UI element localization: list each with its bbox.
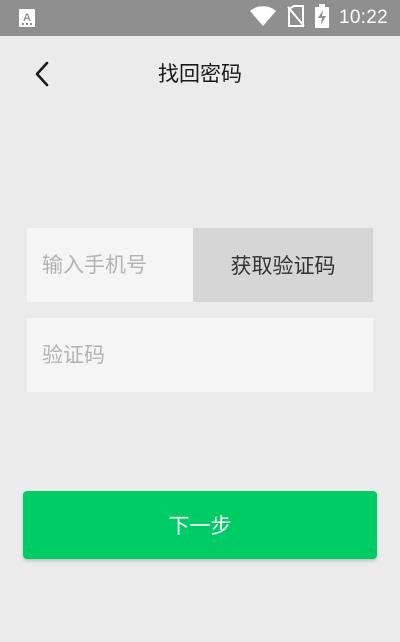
header: 找回密码 xyxy=(0,36,400,108)
status-bar: A 10:22 xyxy=(0,0,400,36)
verification-code-input[interactable] xyxy=(27,318,373,392)
clock-time: 10:22 xyxy=(338,7,388,28)
status-icons: 10:22 xyxy=(249,0,388,36)
keyboard-a-icon: A xyxy=(18,8,36,28)
get-verification-code-button[interactable]: 获取验证码 xyxy=(193,228,373,302)
screen: A 10:22 找回密码 输入手机号 获取验证码 验证码 下一步 xyxy=(0,0,400,642)
next-step-button[interactable]: 下一步 xyxy=(23,491,377,559)
wifi-icon xyxy=(249,5,277,31)
svg-text:A: A xyxy=(23,12,31,24)
page-title: 找回密码 xyxy=(158,62,242,86)
phone-row: 获取验证码 xyxy=(27,228,373,302)
phone-number-input[interactable] xyxy=(27,228,193,302)
no-sim-icon xyxy=(287,5,305,31)
battery-charging-icon xyxy=(314,4,329,32)
